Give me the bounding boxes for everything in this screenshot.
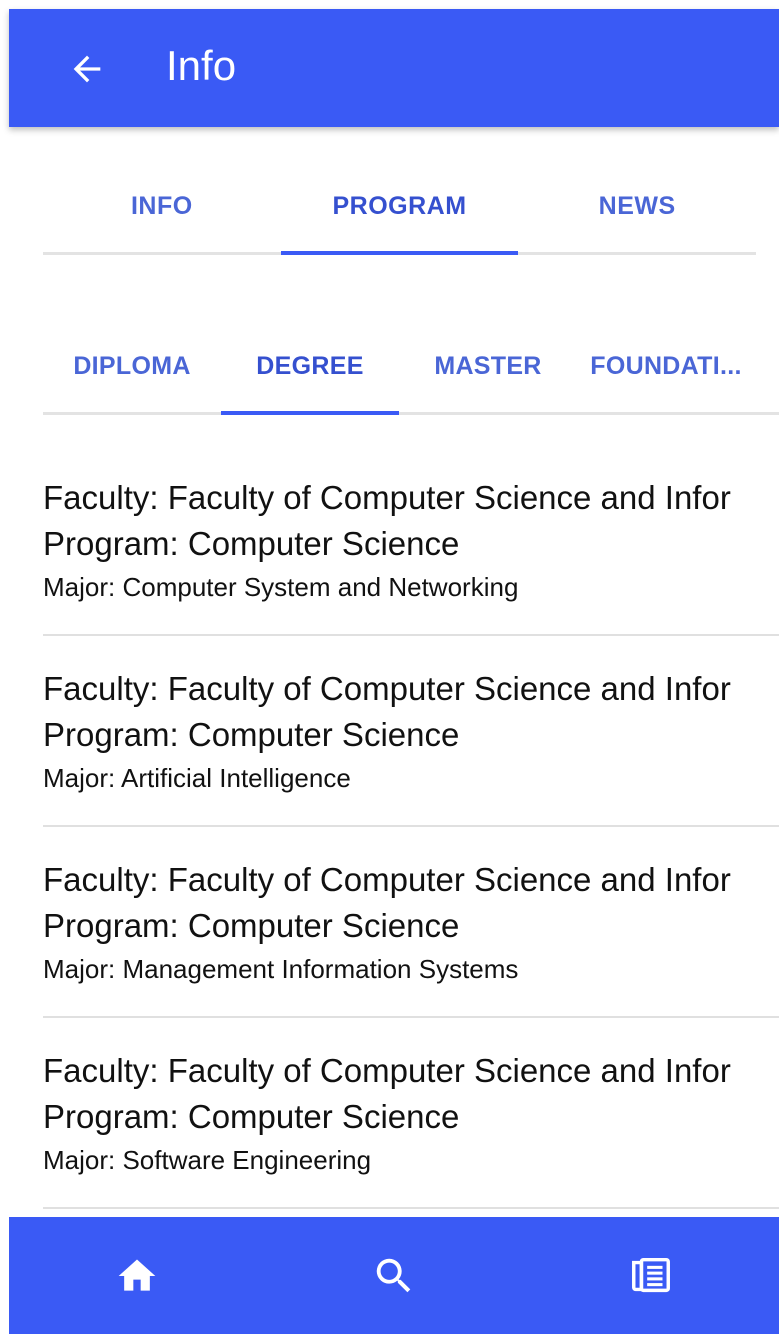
nav-home-button[interactable] [9,1217,266,1334]
back-button[interactable] [57,39,117,99]
tab-master[interactable]: MASTER [399,320,577,412]
tab-news[interactable]: NEWS [518,160,756,252]
tab-info[interactable]: INFO [43,160,281,252]
major-text: Major: Artificial Intelligence [43,763,351,793]
tab-foundation[interactable]: FOUNDATI... [577,320,755,412]
bottom-navigation [9,1217,779,1334]
nav-news-button[interactable] [522,1217,779,1334]
home-icon [118,1259,156,1291]
faculty-text: Faculty: Faculty of Computer Science and… [43,670,731,707]
program-text: Program: Computer Science [43,907,460,944]
page-title: Info [166,42,237,89]
program-text: Program: Computer Science [43,1098,460,1135]
list-item[interactable]: Faculty: Faculty of Computer Science and… [43,827,779,1018]
faculty-text: Faculty: Faculty of Computer Science and… [43,479,731,516]
faculty-text: Faculty: Faculty of Computer Science and… [43,1052,731,1089]
search-icon [376,1258,411,1292]
list-item[interactable]: Faculty: Faculty of Computer Science and… [43,636,779,827]
faculty-text: Faculty: Faculty of Computer Science and… [43,861,731,898]
major-text: Major: Computer System and Networking [43,572,519,602]
tab-diploma[interactable]: DIPLOMA [43,320,221,412]
app-screen: Info INFO PROGRAM NEWS DIPLOMA DEGREE MA… [0,0,779,1334]
program-list: Faculty: Faculty of Computer Science and… [43,445,779,1209]
major-text: Major: Software Engineering [43,1145,372,1175]
tab-degree[interactable]: DEGREE [221,320,399,415]
list-item[interactable]: Faculty: Faculty of Computer Science and… [43,1018,779,1209]
list-item[interactable]: Faculty: Faculty of Computer Science and… [43,445,779,636]
arrow-left-icon [73,55,101,83]
major-text: Major: Management Information Systems [43,954,519,984]
main-tab-bar: INFO PROGRAM NEWS [43,160,756,255]
nav-search-button[interactable] [266,1217,523,1334]
tab-program[interactable]: PROGRAM [280,160,519,255]
program-level-tab-bar: DIPLOMA DEGREE MASTER FOUNDATI... [43,320,779,415]
news-icon [631,1257,670,1292]
top-app-bar: Info [9,9,779,127]
program-text: Program: Computer Science [43,716,460,753]
program-text: Program: Computer Science [43,525,460,562]
